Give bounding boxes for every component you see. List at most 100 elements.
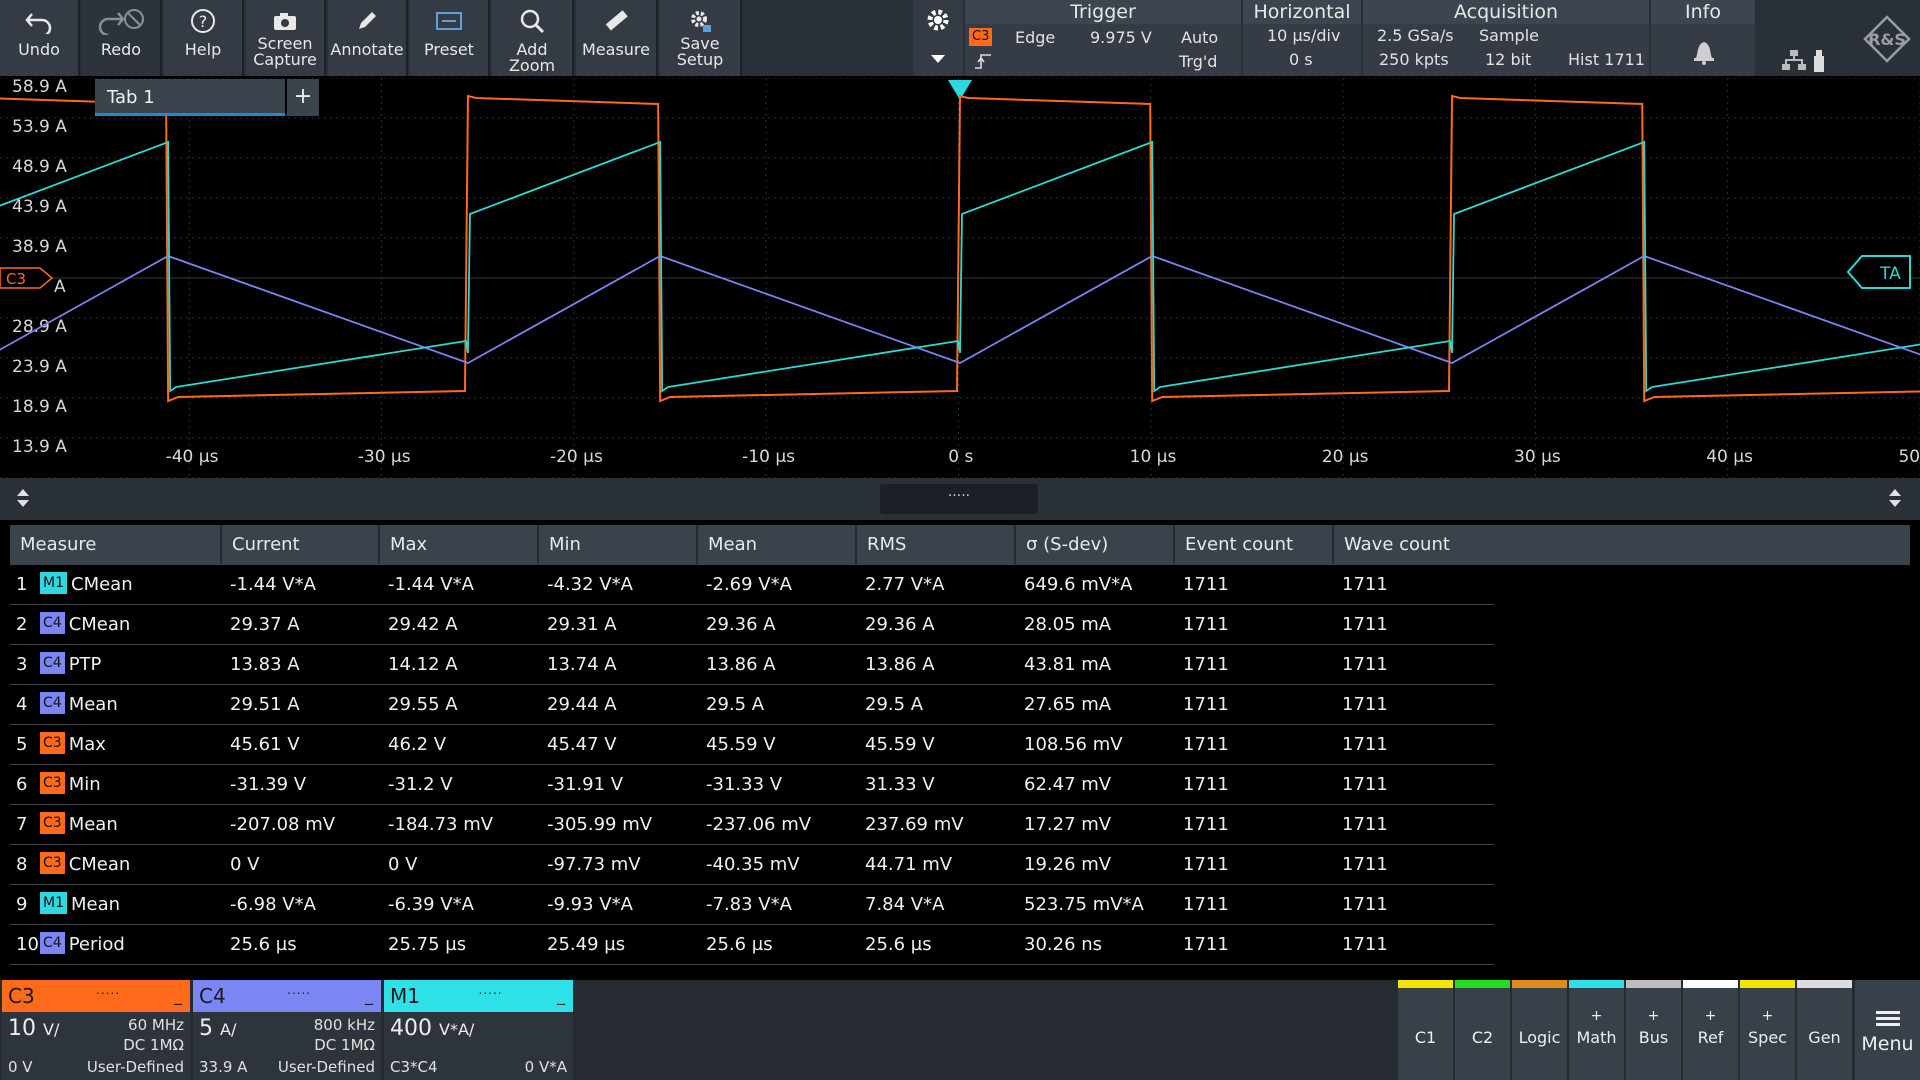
channel-c3-minimize[interactable]: _ (174, 980, 182, 1012)
y-axis-label: A (54, 277, 66, 297)
row-number: 5 (16, 734, 28, 755)
source-badge: C4 (40, 932, 65, 954)
redo-button[interactable]: Redo (82, 0, 162, 76)
cell-waves: 1711 (1342, 814, 1388, 835)
cell-sdev: 43.81 mA (1024, 654, 1112, 675)
row-number: 7 (16, 814, 28, 835)
screen-capture-button[interactable]: Screen Capture (246, 0, 326, 76)
screen-capture-label: Screen Capture (253, 34, 317, 69)
table-row[interactable]: 10 C4 Period 25.6 µs 25.75 µs 25.49 µs 25.6 µs… (10, 925, 1494, 965)
waveform-display[interactable]: 58.9 A 53.9 A 48.9 A 43.9 A 38.9 A A 28.9 A 23.… (0, 78, 1920, 478)
measurement-name: C4 CMean (40, 605, 130, 645)
signal-color-bar (1626, 980, 1681, 988)
column-header[interactable]: Min (537, 525, 694, 565)
menu-button[interactable]: Menu (1855, 980, 1920, 1080)
tab-1[interactable]: Tab 1 (95, 79, 285, 116)
measurement-name: C4 Period (40, 925, 125, 965)
save-setup-button[interactable]: Save Setup (660, 0, 742, 76)
column-header[interactable]: Mean (696, 525, 853, 565)
cell-mean: 25.6 µs (706, 934, 773, 955)
signal-button-ref[interactable]: + Ref (1683, 980, 1738, 1080)
redo-label: Redo (100, 40, 142, 59)
math-m1-minimize[interactable]: _ (557, 980, 565, 1012)
table-row[interactable]: 2 C4 CMean 29.37 A 29.42 A 29.31 A 29.36 A 29.3… (10, 605, 1494, 645)
horizontal-position: 0 s (1289, 50, 1313, 69)
row-number: 2 (16, 614, 28, 635)
math-m1-box[interactable]: M1 ..... _ 400 V*A/ C3*C4 0 V*A (384, 980, 573, 1080)
preset-button[interactable]: Preset (410, 0, 490, 76)
table-row[interactable]: 4 C4 Mean 29.51 A 29.55 A 29.44 A 29.5 A 29.5 A… (10, 685, 1494, 725)
cell-current: 0 V (230, 854, 260, 875)
trigger-panel[interactable]: Trigger C3 Edge 9.975 V Auto Trg'd (965, 0, 1241, 76)
signal-bar: C3 ..... _ 10 V/ 60 MHz DC 1MΩ 0 V User-… (0, 980, 1920, 1080)
column-header[interactable]: RMS (855, 525, 1012, 565)
table-row[interactable]: 6 C3 Min -31.39 V -31.2 V -31.91 V -31.33 V 31.… (10, 765, 1494, 805)
x-axis-label: 50 µs (1898, 447, 1920, 467)
row-number: 8 (16, 854, 28, 875)
resize-arrows-icon-right[interactable] (1886, 486, 1904, 514)
panel-divider[interactable]: ..... (0, 478, 1920, 520)
toolbar: Undo Redo ? Help Screen Capture Annotate… (0, 0, 1920, 76)
divider-grip[interactable]: ..... (880, 484, 1038, 514)
column-header[interactable]: Measure (10, 525, 218, 565)
channel-c3-scale-unit: V/ (43, 1020, 60, 1039)
measurement-name: C4 Mean (40, 685, 118, 725)
signal-button-c2[interactable]: C2 (1455, 980, 1510, 1080)
y-axis-label: 58.9 A (12, 78, 67, 97)
channel-c4-scale-value: 5 (199, 1016, 213, 1041)
acquisition-panel[interactable]: Acquisition 2.5 GSa/s Sample 250 kpts 12… (1363, 0, 1649, 76)
save-setup-label: Save Setup (676, 34, 724, 69)
column-header[interactable]: Event count (1173, 525, 1330, 565)
menu-label: Menu (1861, 1033, 1914, 1055)
table-row[interactable]: 3 C4 PTP 13.83 A 14.12 A 13.74 A 13.86 A 13.86 … (10, 645, 1494, 685)
signal-button-bus[interactable]: + Bus (1626, 980, 1681, 1080)
cell-sdev: 27.65 mA (1024, 694, 1112, 715)
channel-c3-bandwidth: 60 MHz (128, 1016, 184, 1034)
column-header[interactable]: Current (220, 525, 376, 565)
cell-min: 45.47 V (547, 734, 617, 755)
signal-button-math[interactable]: + Math (1569, 980, 1624, 1080)
x-axis-label: -30 µs (358, 447, 411, 467)
cell-events: 1711 (1183, 734, 1229, 755)
settings-button[interactable] (913, 0, 963, 76)
column-header[interactable]: σ (S-dev) (1014, 525, 1171, 565)
add-zoom-button[interactable]: Add Zoom (492, 0, 574, 76)
sample-rate: 2.5 GSa/s (1377, 26, 1454, 45)
signal-button-c1[interactable]: C1 (1398, 980, 1453, 1080)
cell-mean: -237.06 mV (706, 814, 812, 835)
source-badge: C4 (40, 652, 65, 674)
table-row[interactable]: 8 C3 CMean 0 V 0 V -97.73 mV -40.35 mV 44.71 mV… (10, 845, 1494, 885)
help-button[interactable]: ? Help (164, 0, 244, 76)
signal-button-gen[interactable]: Gen (1797, 980, 1852, 1080)
channel-c4-bandwidth: 800 kHz (313, 1016, 375, 1034)
signal-button-logic[interactable]: Logic (1512, 980, 1567, 1080)
table-row[interactable]: 1 M1 CMean -1.44 V*A -1.44 V*A -4.32 V*A -2.69… (10, 565, 1494, 605)
preset-label: Preset (424, 40, 474, 59)
table-row[interactable]: 7 C3 Mean -207.08 mV -184.73 mV -305.99 mV -23… (10, 805, 1494, 845)
measurement-table-header: Measure Current Max Min Mean RMS σ (S-dev) Even… (10, 525, 1910, 565)
waveform-canvas[interactable]: 58.9 A53.9 A48.9 A43.9 A38.9 AA28.9 A23.… (0, 78, 1920, 478)
y-axis-label: 13.9 A (12, 437, 67, 457)
signal-button-spec[interactable]: + Spec (1740, 980, 1795, 1080)
cell-rms: 7.84 V*A (865, 894, 945, 915)
resize-arrows-icon-left[interactable] (14, 486, 32, 514)
channel-c4-box[interactable]: C4 ..... _ 5 A/ 800 kHz DC 1MΩ 33.9 A Us… (193, 980, 381, 1080)
table-row[interactable]: 9 M1 Mean -6.98 V*A -6.39 V*A -9.93 V*A -7.83 … (10, 885, 1494, 925)
info-panel[interactable]: Info (1651, 0, 1755, 76)
measure-button[interactable]: Measure (576, 0, 658, 76)
annotate-button[interactable]: Annotate (328, 0, 408, 76)
channel-c4-minimize[interactable]: _ (365, 980, 373, 1012)
chevron-down-icon (929, 50, 947, 69)
table-row[interactable]: 5 C3 Max 45.61 V 46.2 V 45.47 V 45.59 V 45.59 V… (10, 725, 1494, 765)
column-header[interactable]: Max (378, 525, 535, 565)
undo-button[interactable]: Undo (0, 0, 80, 76)
cell-current: -207.08 mV (230, 814, 336, 835)
c3-waveform (0, 94, 1920, 403)
add-tab-button[interactable]: + (287, 79, 319, 116)
cell-waves: 1711 (1342, 854, 1388, 875)
cell-sdev: 30.26 ns (1024, 934, 1103, 955)
column-header[interactable]: Wave count (1332, 525, 1494, 565)
horizontal-panel[interactable]: Horizontal 10 µs/div 0 s (1243, 0, 1361, 76)
channel-c4-name: C4 (199, 984, 226, 1008)
channel-c3-box[interactable]: C3 ..... _ 10 V/ 60 MHz DC 1MΩ 0 V User-… (2, 980, 190, 1080)
